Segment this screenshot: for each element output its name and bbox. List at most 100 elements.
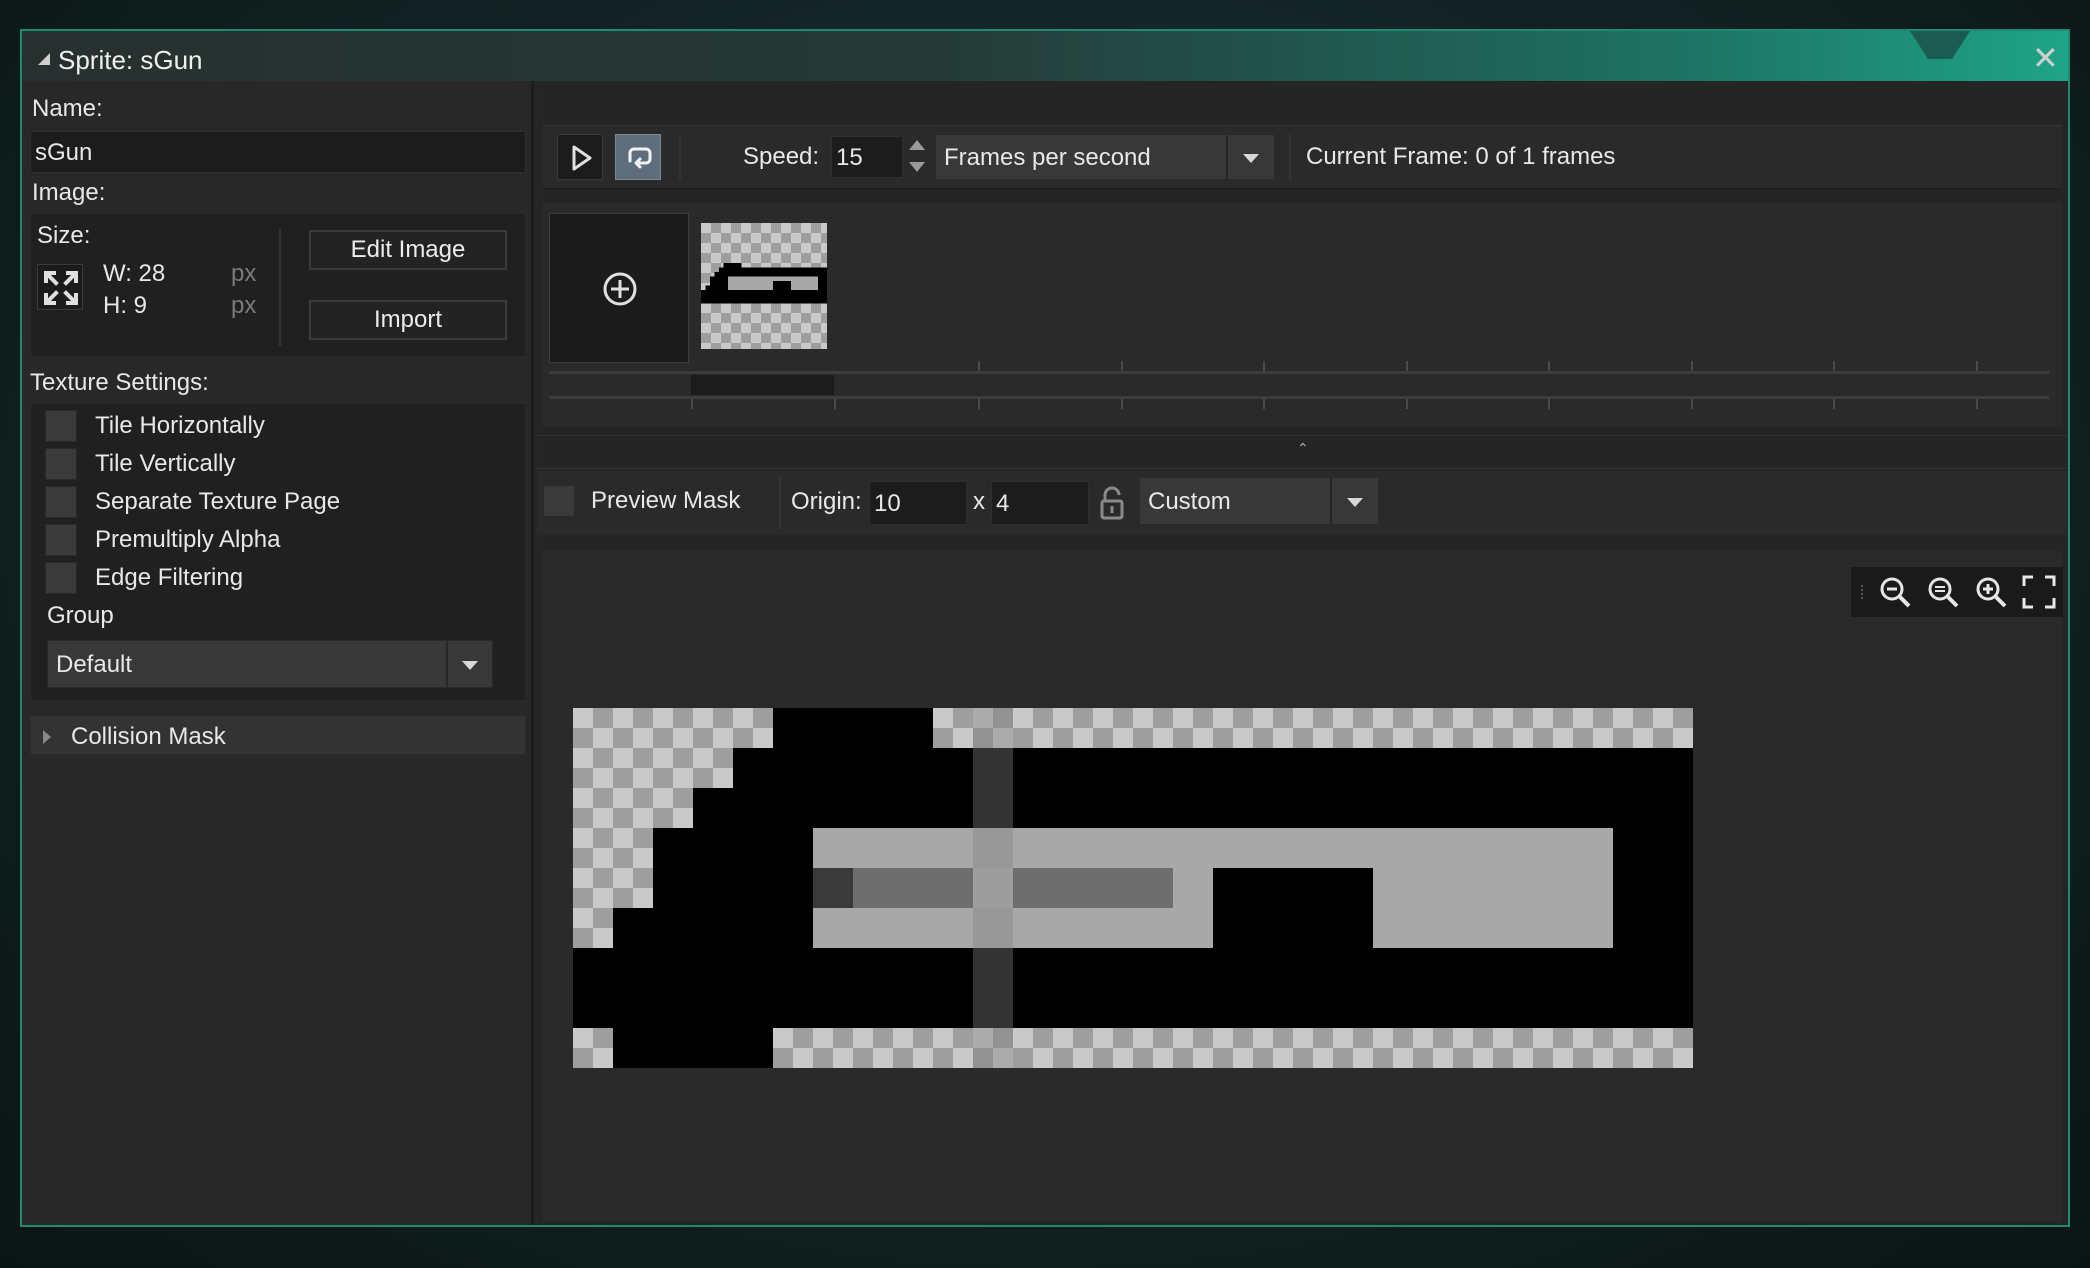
sprite-image[interactable] (573, 708, 1693, 1068)
zoom-reset-icon[interactable] (1923, 572, 1963, 612)
timeline-tick (1833, 399, 1835, 409)
timeline-frame-slot[interactable] (691, 375, 834, 395)
tile-horizontally-checkbox[interactable] (45, 410, 77, 442)
panel-splitter[interactable]: ⌃ (537, 435, 2068, 469)
title-notch-decoration (1910, 31, 1970, 59)
unlock-icon[interactable] (1097, 485, 1127, 521)
close-icon[interactable]: ✕ (2032, 39, 2059, 77)
size-divider (279, 228, 281, 346)
chevron-down-icon (462, 661, 478, 670)
toolbar-grip[interactable] (1861, 585, 1864, 599)
resize-icon[interactable] (37, 264, 83, 310)
edge-filtering-checkbox[interactable] (45, 562, 77, 594)
timeline-tick (1406, 361, 1408, 371)
timeline-tick (1833, 361, 1835, 371)
separate-texture-page-checkbox[interactable] (45, 486, 77, 518)
zoom-in-icon[interactable] (1971, 572, 2011, 612)
current-frame-label: Current Frame: 0 of 1 frames (1306, 143, 1616, 170)
timeline-tick (978, 399, 980, 409)
collision-mask-label: Collision Mask (71, 723, 226, 750)
gun-sprite-icon (573, 708, 1693, 1068)
frames-strip (543, 203, 2062, 427)
import-button[interactable]: Import (309, 300, 507, 340)
toolbar-divider (1289, 134, 1291, 180)
timeline-tick (1976, 361, 1978, 371)
timeline-tick (691, 399, 693, 409)
collision-mask-section[interactable]: Collision Mask (30, 715, 526, 755)
image-size-panel: Size: W: 28 H: 9 px px Edit Image Import (30, 213, 526, 357)
preview-area: Speed: 15 Frames per second Current Fram… (537, 81, 2068, 1225)
name-field[interactable]: sGun (30, 131, 526, 173)
origin-preset-value: Custom (1148, 488, 1231, 515)
name-label: Name: (32, 95, 103, 122)
stepper-up-icon[interactable] (909, 140, 925, 150)
collapse-up-icon[interactable]: ⌃ (1297, 440, 1309, 457)
tile-vertically-checkbox[interactable] (45, 448, 77, 480)
origin-y-input[interactable]: 4 (991, 481, 1089, 525)
timeline-track (549, 371, 2049, 374)
window-title: Sprite: sGun (58, 45, 203, 75)
sprite-canvas[interactable] (543, 551, 2063, 1221)
timeline-tick (1121, 361, 1123, 371)
timeline-tick (1263, 361, 1265, 371)
loop-button[interactable] (615, 134, 661, 180)
speed-unit-dropdown[interactable]: Frames per second (935, 134, 1275, 180)
timeline-tick (1548, 361, 1550, 371)
play-button[interactable] (557, 134, 603, 180)
add-frame-icon (603, 272, 637, 306)
tile-vertically-label: Tile Vertically (95, 450, 236, 477)
speed-value: 15 (836, 144, 863, 171)
size-label: Size: (37, 222, 91, 249)
separate-texture-page-label: Separate Texture Page (95, 488, 341, 515)
origin-x-input[interactable]: 10 (869, 481, 967, 525)
dropdown-divider (1330, 478, 1332, 524)
origin-preset-dropdown[interactable]: Custom (1139, 477, 1379, 525)
speed-unit-value: Frames per second (944, 144, 1151, 171)
dropdown-divider (1226, 135, 1228, 179)
edit-image-button[interactable]: Edit Image (309, 230, 507, 270)
timeline-tick (978, 361, 980, 371)
origin-y-value: 4 (996, 490, 1010, 517)
texture-settings-panel: Tile Horizontally Tile Vertically Separa… (30, 403, 526, 701)
premultiply-alpha-checkbox[interactable] (45, 524, 77, 556)
speed-input[interactable]: 15 (831, 136, 903, 178)
stepper-down-icon[interactable] (909, 162, 925, 172)
timeline-tick (834, 399, 836, 409)
timeline-tick (1121, 399, 1123, 409)
timeline-track-lower (549, 396, 2049, 399)
play-icon (572, 145, 592, 171)
width-unit: px (231, 260, 257, 287)
zoom-out-icon[interactable] (1875, 572, 1915, 612)
timeline-tick (1976, 399, 1978, 409)
sprite-editor-window: Sprite: sGun ✕ Name: sGun Image: Size: W… (20, 29, 2070, 1227)
height-value: H: 9 (103, 292, 148, 319)
timeline-tick (1406, 399, 1408, 409)
collapse-icon[interactable] (38, 53, 50, 65)
height-unit: px (231, 292, 257, 319)
preview-mask-checkbox[interactable] (543, 485, 575, 517)
preview-mask-label: Preview Mask (591, 487, 741, 514)
origin-separator: x (973, 488, 985, 515)
loop-icon (628, 147, 652, 169)
speed-label: Speed: (743, 143, 820, 170)
chevron-down-icon (1347, 498, 1363, 507)
expand-arrow-icon (43, 730, 51, 744)
texture-settings-label: Texture Settings: (30, 369, 209, 396)
premultiply-alpha-label: Premultiply Alpha (95, 526, 281, 553)
speed-stepper[interactable] (905, 136, 929, 178)
frame-thumbnail[interactable] (701, 223, 827, 349)
zoom-toolbar (1851, 567, 2063, 617)
title-bar[interactable]: Sprite: sGun ✕ (22, 31, 2068, 81)
dropdown-divider (446, 641, 448, 687)
edge-filtering-label: Edge Filtering (95, 564, 244, 591)
toolbar-divider (779, 477, 781, 529)
timeline-tick (1691, 399, 1693, 409)
fit-to-view-icon[interactable] (2019, 572, 2059, 612)
origin-x-value: 10 (874, 490, 901, 517)
properties-panel: Name: sGun Image: Size: W: 28 H: 9 px px… (22, 81, 534, 1225)
tile-horizontally-label: Tile Horizontally (95, 412, 265, 439)
gun-thumbnail-icon (701, 263, 827, 304)
add-frame-button[interactable] (549, 213, 689, 363)
group-dropdown[interactable]: Default (47, 640, 493, 688)
width-value: W: 28 (103, 260, 166, 287)
